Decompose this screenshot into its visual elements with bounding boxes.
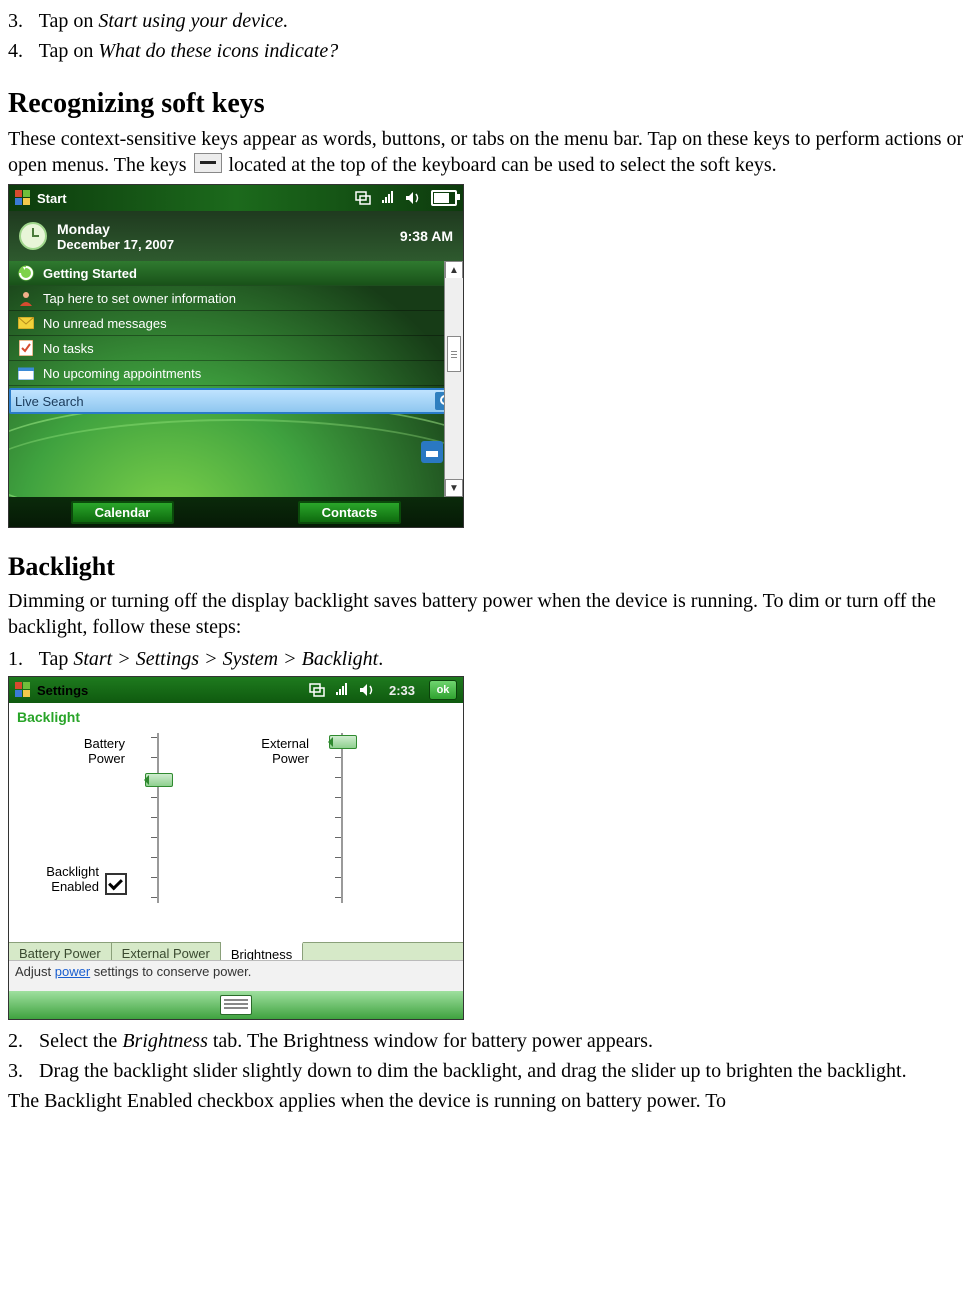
date-time-row[interactable]: Monday December 17, 2007 9:38 AM <box>9 211 463 261</box>
paragraph-soft-keys: These context-sensitive keys appear as w… <box>8 126 966 178</box>
hint-bar: Adjust power settings to conserve power. <box>9 960 463 991</box>
title-bar-title: Settings <box>37 683 303 698</box>
softkey-calendar[interactable]: Calendar <box>71 501 175 524</box>
start-icon[interactable] <box>15 682 31 698</box>
checkbox-backlight-enabled[interactable] <box>105 873 127 895</box>
step-4: 4. Tap on What do these icons indicate? <box>8 38 966 64</box>
signal-icon <box>335 683 349 697</box>
row-appointments[interactable]: No upcoming appointments <box>9 361 463 386</box>
volume-icon <box>359 683 375 697</box>
screenshot-today-screen: Start Monday December 17, 2007 9:38 AM G… <box>8 184 464 528</box>
soft-key-bar: Calendar Contacts <box>9 497 463 527</box>
row-getting-started[interactable]: Getting Started <box>9 261 463 286</box>
row-owner-info[interactable]: Tap here to set owner information <box>9 286 463 311</box>
input-panel-bar <box>9 991 463 1019</box>
step-3: 3. Tap on Start using your device. <box>8 8 966 34</box>
connectivity-icon <box>309 683 325 697</box>
step-b1: 1. Tap Start > Settings > System > Backl… <box>8 646 966 672</box>
row-messages[interactable]: No unread messages <box>9 311 463 336</box>
softkey-contacts[interactable]: Contacts <box>298 501 402 524</box>
scroll-thumb[interactable] <box>447 336 461 372</box>
signal-icon <box>381 191 395 205</box>
label-backlight-enabled: BacklightEnabled <box>15 865 99 895</box>
owner-icon <box>17 289 35 307</box>
mail-icon <box>17 314 35 332</box>
start-icon[interactable] <box>15 190 31 206</box>
time-label: 9:38 AM <box>400 228 453 244</box>
settings-page-title: Backlight <box>9 703 463 727</box>
slider-battery-power[interactable] <box>147 733 169 903</box>
title-bar-status-icons: 2:33 <box>309 683 415 698</box>
paragraph-backlight: Dimming or turning off the display backl… <box>8 588 966 640</box>
slider-external-power[interactable] <box>331 733 353 903</box>
step-c3: 3. Drag the backlight slider slightly do… <box>8 1058 966 1084</box>
row-tasks[interactable]: No tasks <box>9 336 463 361</box>
label-external-power: ExternalPower <box>199 737 309 767</box>
scroll-up-button[interactable]: ▲ <box>445 261 463 279</box>
scrollbar[interactable]: ▲ ▼ <box>444 261 463 497</box>
time-label: 2:33 <box>389 683 415 698</box>
softkey-key-icon <box>194 153 222 173</box>
tasks-icon <box>17 339 35 357</box>
heading-soft-keys: Recognizing soft keys <box>8 86 966 122</box>
calendar-icon <box>17 364 35 382</box>
ok-button[interactable]: ok <box>429 680 457 700</box>
title-bar-title: Start <box>37 191 349 206</box>
title-bar: Settings 2:33 ok <box>9 677 463 703</box>
connectivity-icon <box>355 191 371 205</box>
keyboard-icon[interactable] <box>220 995 252 1015</box>
paragraph-tail: The Backlight Enabled checkbox applies w… <box>8 1088 966 1114</box>
volume-icon <box>405 191 421 205</box>
heading-backlight: Backlight <box>8 550 966 584</box>
title-bar: Start <box>9 185 463 211</box>
screenshot-backlight-settings: Settings 2:33 ok Backlight BatteryPower … <box>8 676 464 1020</box>
title-bar-status-icons <box>355 190 457 206</box>
clock-icon <box>19 222 47 250</box>
getting-started-icon <box>17 264 35 282</box>
step-c2: 2. Select the Brightness tab. The Bright… <box>8 1028 966 1054</box>
label-battery-power: BatteryPower <box>15 737 125 767</box>
link-power[interactable]: power <box>55 964 90 979</box>
battery-icon <box>431 190 457 206</box>
scroll-down-button[interactable]: ▼ <box>445 479 463 497</box>
live-search-field[interactable]: Live Search <box>9 388 463 414</box>
tray-icon[interactable] <box>421 441 443 463</box>
